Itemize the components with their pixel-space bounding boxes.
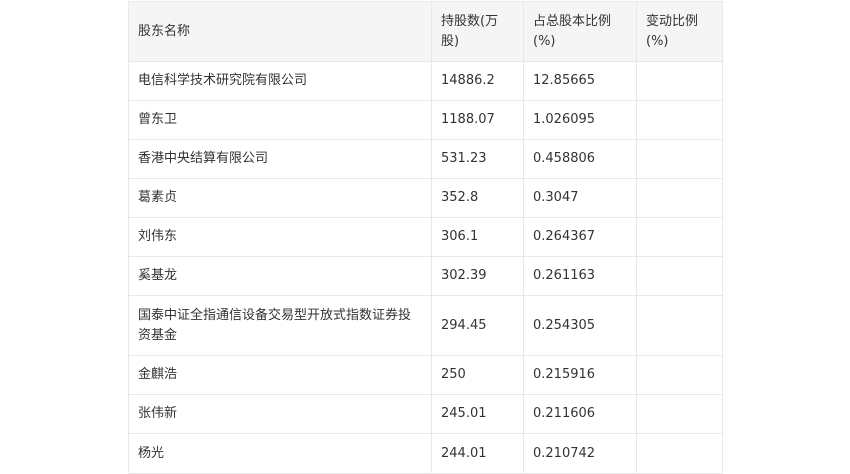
cell-shares-held: 1188.07 xyxy=(431,100,524,140)
cell-change-ratio xyxy=(636,295,723,356)
header-shareholder-name: 股东名称 xyxy=(128,1,432,62)
cell-share-ratio: 1.026095 xyxy=(523,100,637,140)
table-row: 张伟新 245.01 0.211606 xyxy=(128,394,723,434)
cell-shareholder-name: 曾东卫 xyxy=(128,100,432,140)
cell-shares-held: 244.01 xyxy=(431,433,524,474)
table-row: 奚基龙 302.39 0.261163 xyxy=(128,256,723,296)
cell-share-ratio: 0.254305 xyxy=(523,295,637,356)
cell-change-ratio xyxy=(636,394,723,434)
cell-change-ratio xyxy=(636,433,723,474)
cell-change-ratio xyxy=(636,355,723,395)
cell-shares-held: 294.45 xyxy=(431,295,524,356)
cell-change-ratio xyxy=(636,100,723,140)
cell-change-ratio xyxy=(636,178,723,218)
cell-share-ratio: 0.211606 xyxy=(523,394,637,434)
cell-shareholder-name: 金麒浩 xyxy=(128,355,432,395)
cell-share-ratio: 0.215916 xyxy=(523,355,637,395)
cell-shares-held: 531.23 xyxy=(431,139,524,179)
cell-shares-held: 14886.2 xyxy=(431,61,524,101)
cell-change-ratio xyxy=(636,139,723,179)
cell-shares-held: 302.39 xyxy=(431,256,524,296)
cell-share-ratio: 0.210742 xyxy=(523,433,637,474)
table-row: 刘伟东 306.1 0.264367 xyxy=(128,217,723,257)
cell-shareholder-name: 奚基龙 xyxy=(128,256,432,296)
table-row: 杨光 244.01 0.210742 xyxy=(128,433,723,474)
cell-shareholder-name: 刘伟东 xyxy=(128,217,432,257)
table-row: 国泰中证全指通信设备交易型开放式指数证券投资基金 294.45 0.254305 xyxy=(128,295,723,356)
cell-share-ratio: 0.261163 xyxy=(523,256,637,296)
cell-shareholder-name: 葛素贞 xyxy=(128,178,432,218)
table-row: 曾东卫 1188.07 1.026095 xyxy=(128,100,723,140)
table-row: 金麒浩 250 0.215916 xyxy=(128,355,723,395)
cell-share-ratio: 0.264367 xyxy=(523,217,637,257)
cell-shareholder-name: 张伟新 xyxy=(128,394,432,434)
cell-change-ratio xyxy=(636,256,723,296)
shareholder-table: 股东名称 持股数(万股) 占总股本比例(%) 变动比例(%) 电信科学技术研究院… xyxy=(128,1,723,474)
table-header-row: 股东名称 持股数(万股) 占总股本比例(%) 变动比例(%) xyxy=(128,1,723,62)
table-row: 葛素贞 352.8 0.3047 xyxy=(128,178,723,218)
cell-shareholder-name: 国泰中证全指通信设备交易型开放式指数证券投资基金 xyxy=(128,295,432,356)
cell-share-ratio: 12.85665 xyxy=(523,61,637,101)
header-change-ratio: 变动比例(%) xyxy=(636,1,723,62)
cell-share-ratio: 0.3047 xyxy=(523,178,637,218)
cell-shares-held: 306.1 xyxy=(431,217,524,257)
header-shares-held: 持股数(万股) xyxy=(431,1,524,62)
cell-shareholder-name: 电信科学技术研究院有限公司 xyxy=(128,61,432,101)
cell-change-ratio xyxy=(636,61,723,101)
cell-shares-held: 352.8 xyxy=(431,178,524,218)
header-share-ratio: 占总股本比例(%) xyxy=(523,1,637,62)
cell-shareholder-name: 杨光 xyxy=(128,433,432,474)
cell-shares-held: 250 xyxy=(431,355,524,395)
cell-shares-held: 245.01 xyxy=(431,394,524,434)
table-row: 电信科学技术研究院有限公司 14886.2 12.85665 xyxy=(128,61,723,101)
cell-share-ratio: 0.458806 xyxy=(523,139,637,179)
table-row: 香港中央结算有限公司 531.23 0.458806 xyxy=(128,139,723,179)
shareholder-table-container: 股东名称 持股数(万股) 占总股本比例(%) 变动比例(%) 电信科学技术研究院… xyxy=(128,1,723,474)
cell-change-ratio xyxy=(636,217,723,257)
cell-shareholder-name: 香港中央结算有限公司 xyxy=(128,139,432,179)
